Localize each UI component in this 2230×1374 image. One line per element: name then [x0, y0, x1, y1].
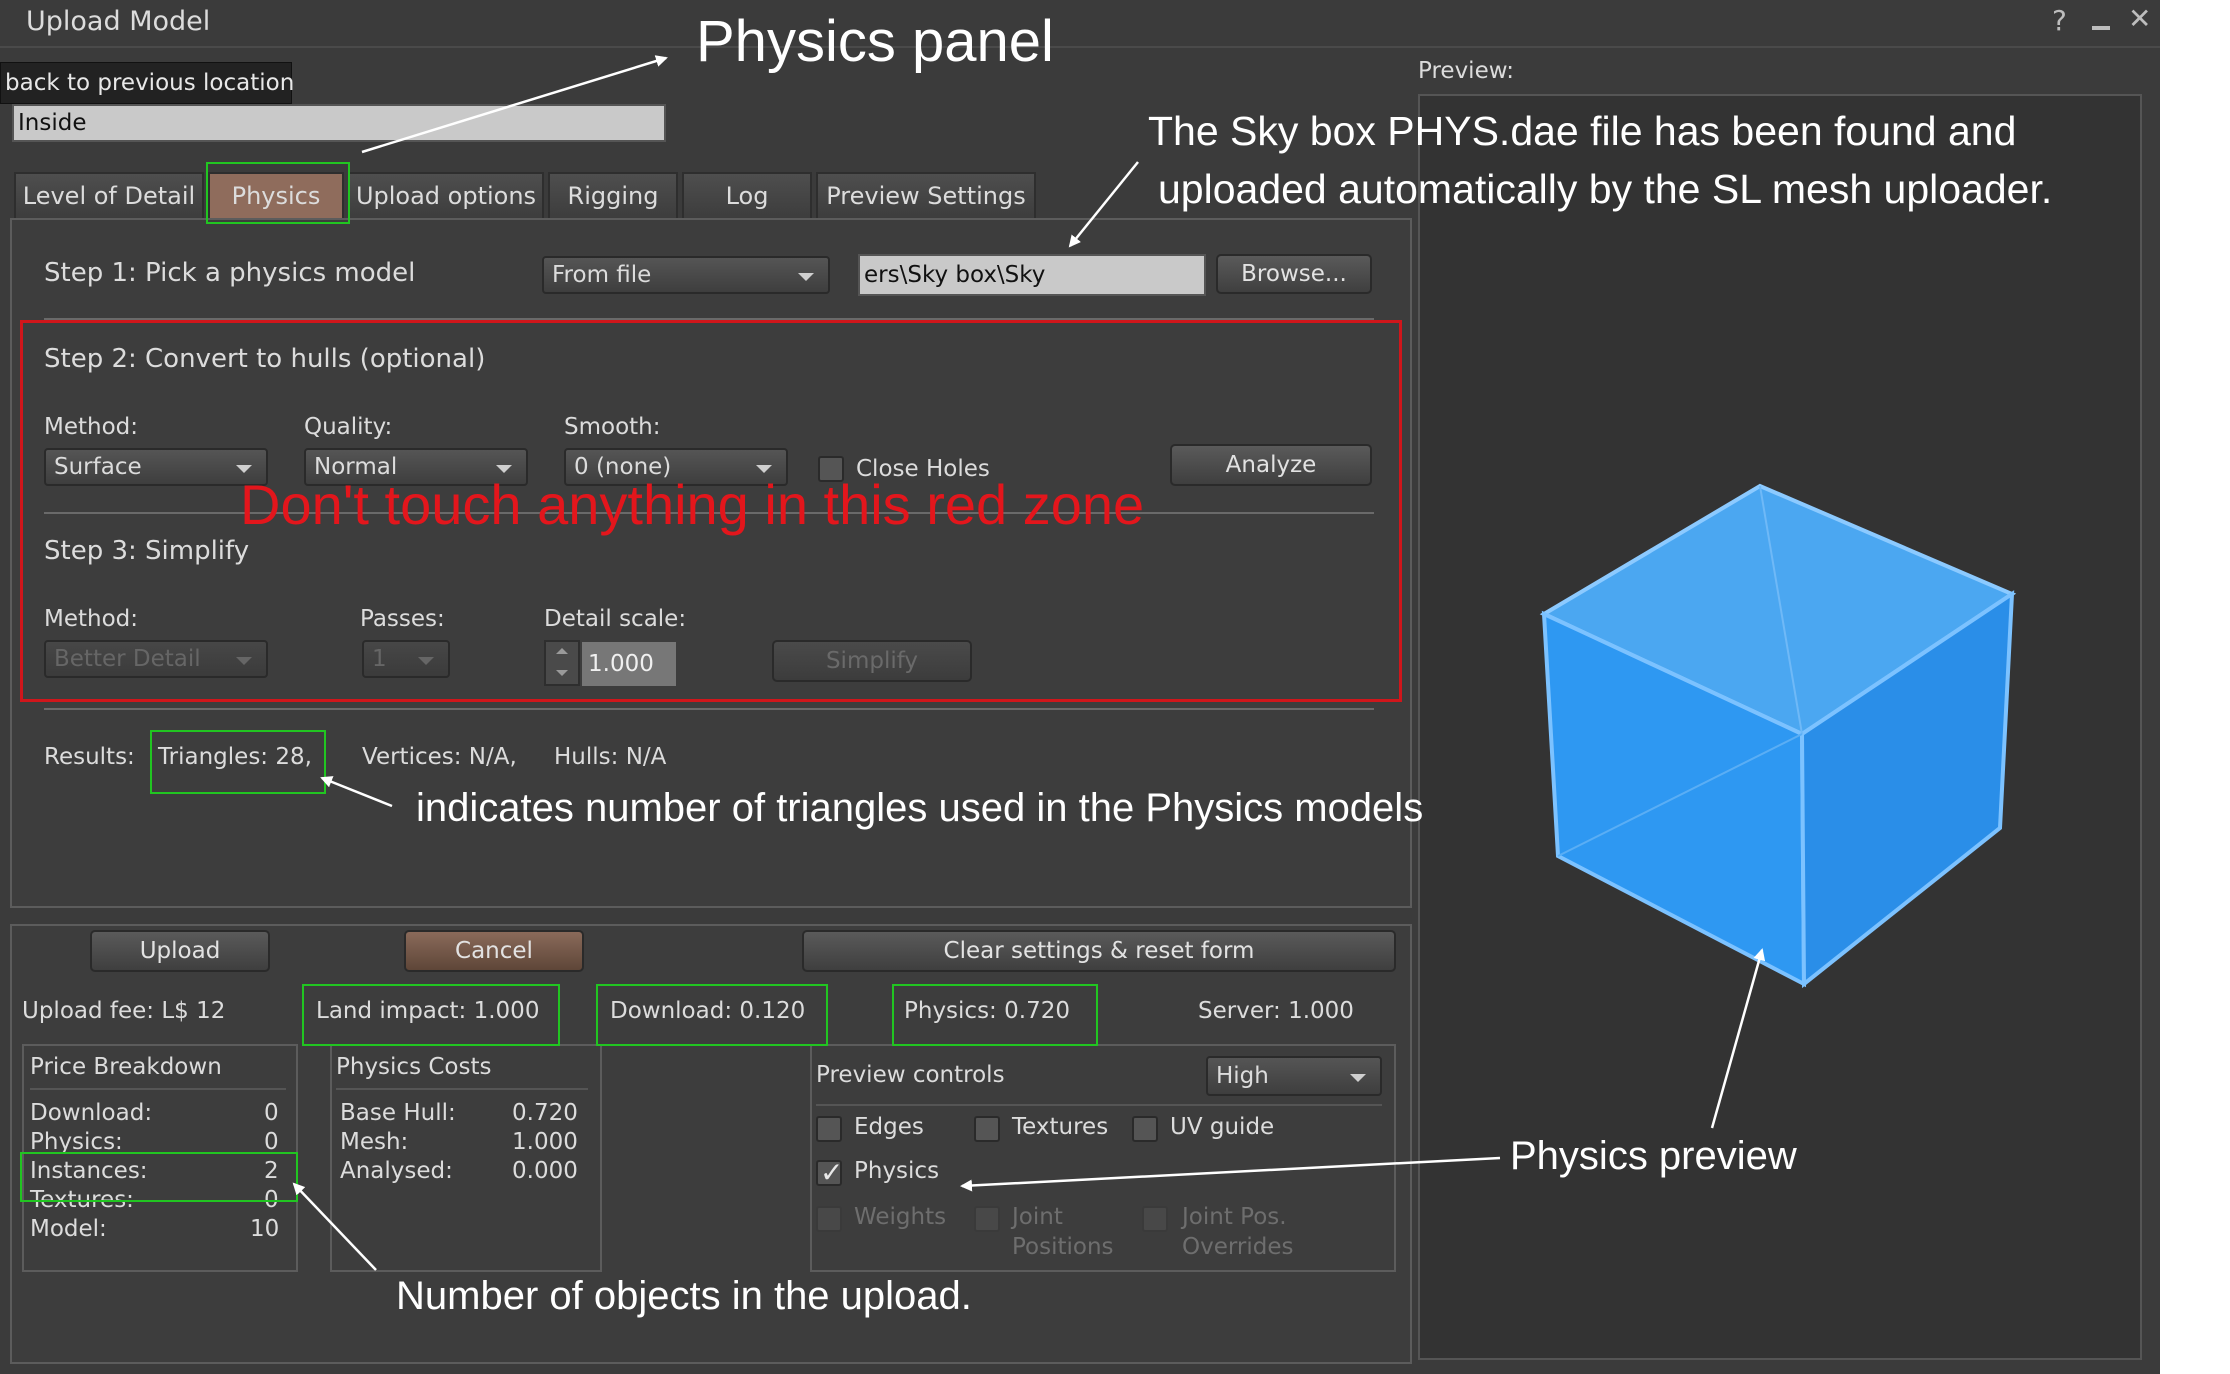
arrow-to-cube — [1710, 948, 1766, 1129]
arrow-to-file-field — [1068, 161, 1139, 248]
arrow-to-physics-tab — [361, 55, 668, 154]
arrow-to-instances — [292, 1182, 377, 1271]
arrow-to-triangles — [320, 776, 393, 808]
arrow-to-physics-checkbox — [960, 1156, 1501, 1192]
upload-model-window: Upload Model ? ✕ back to previous locati… — [0, 0, 2160, 1374]
annotation-arrows — [292, 55, 1766, 1271]
